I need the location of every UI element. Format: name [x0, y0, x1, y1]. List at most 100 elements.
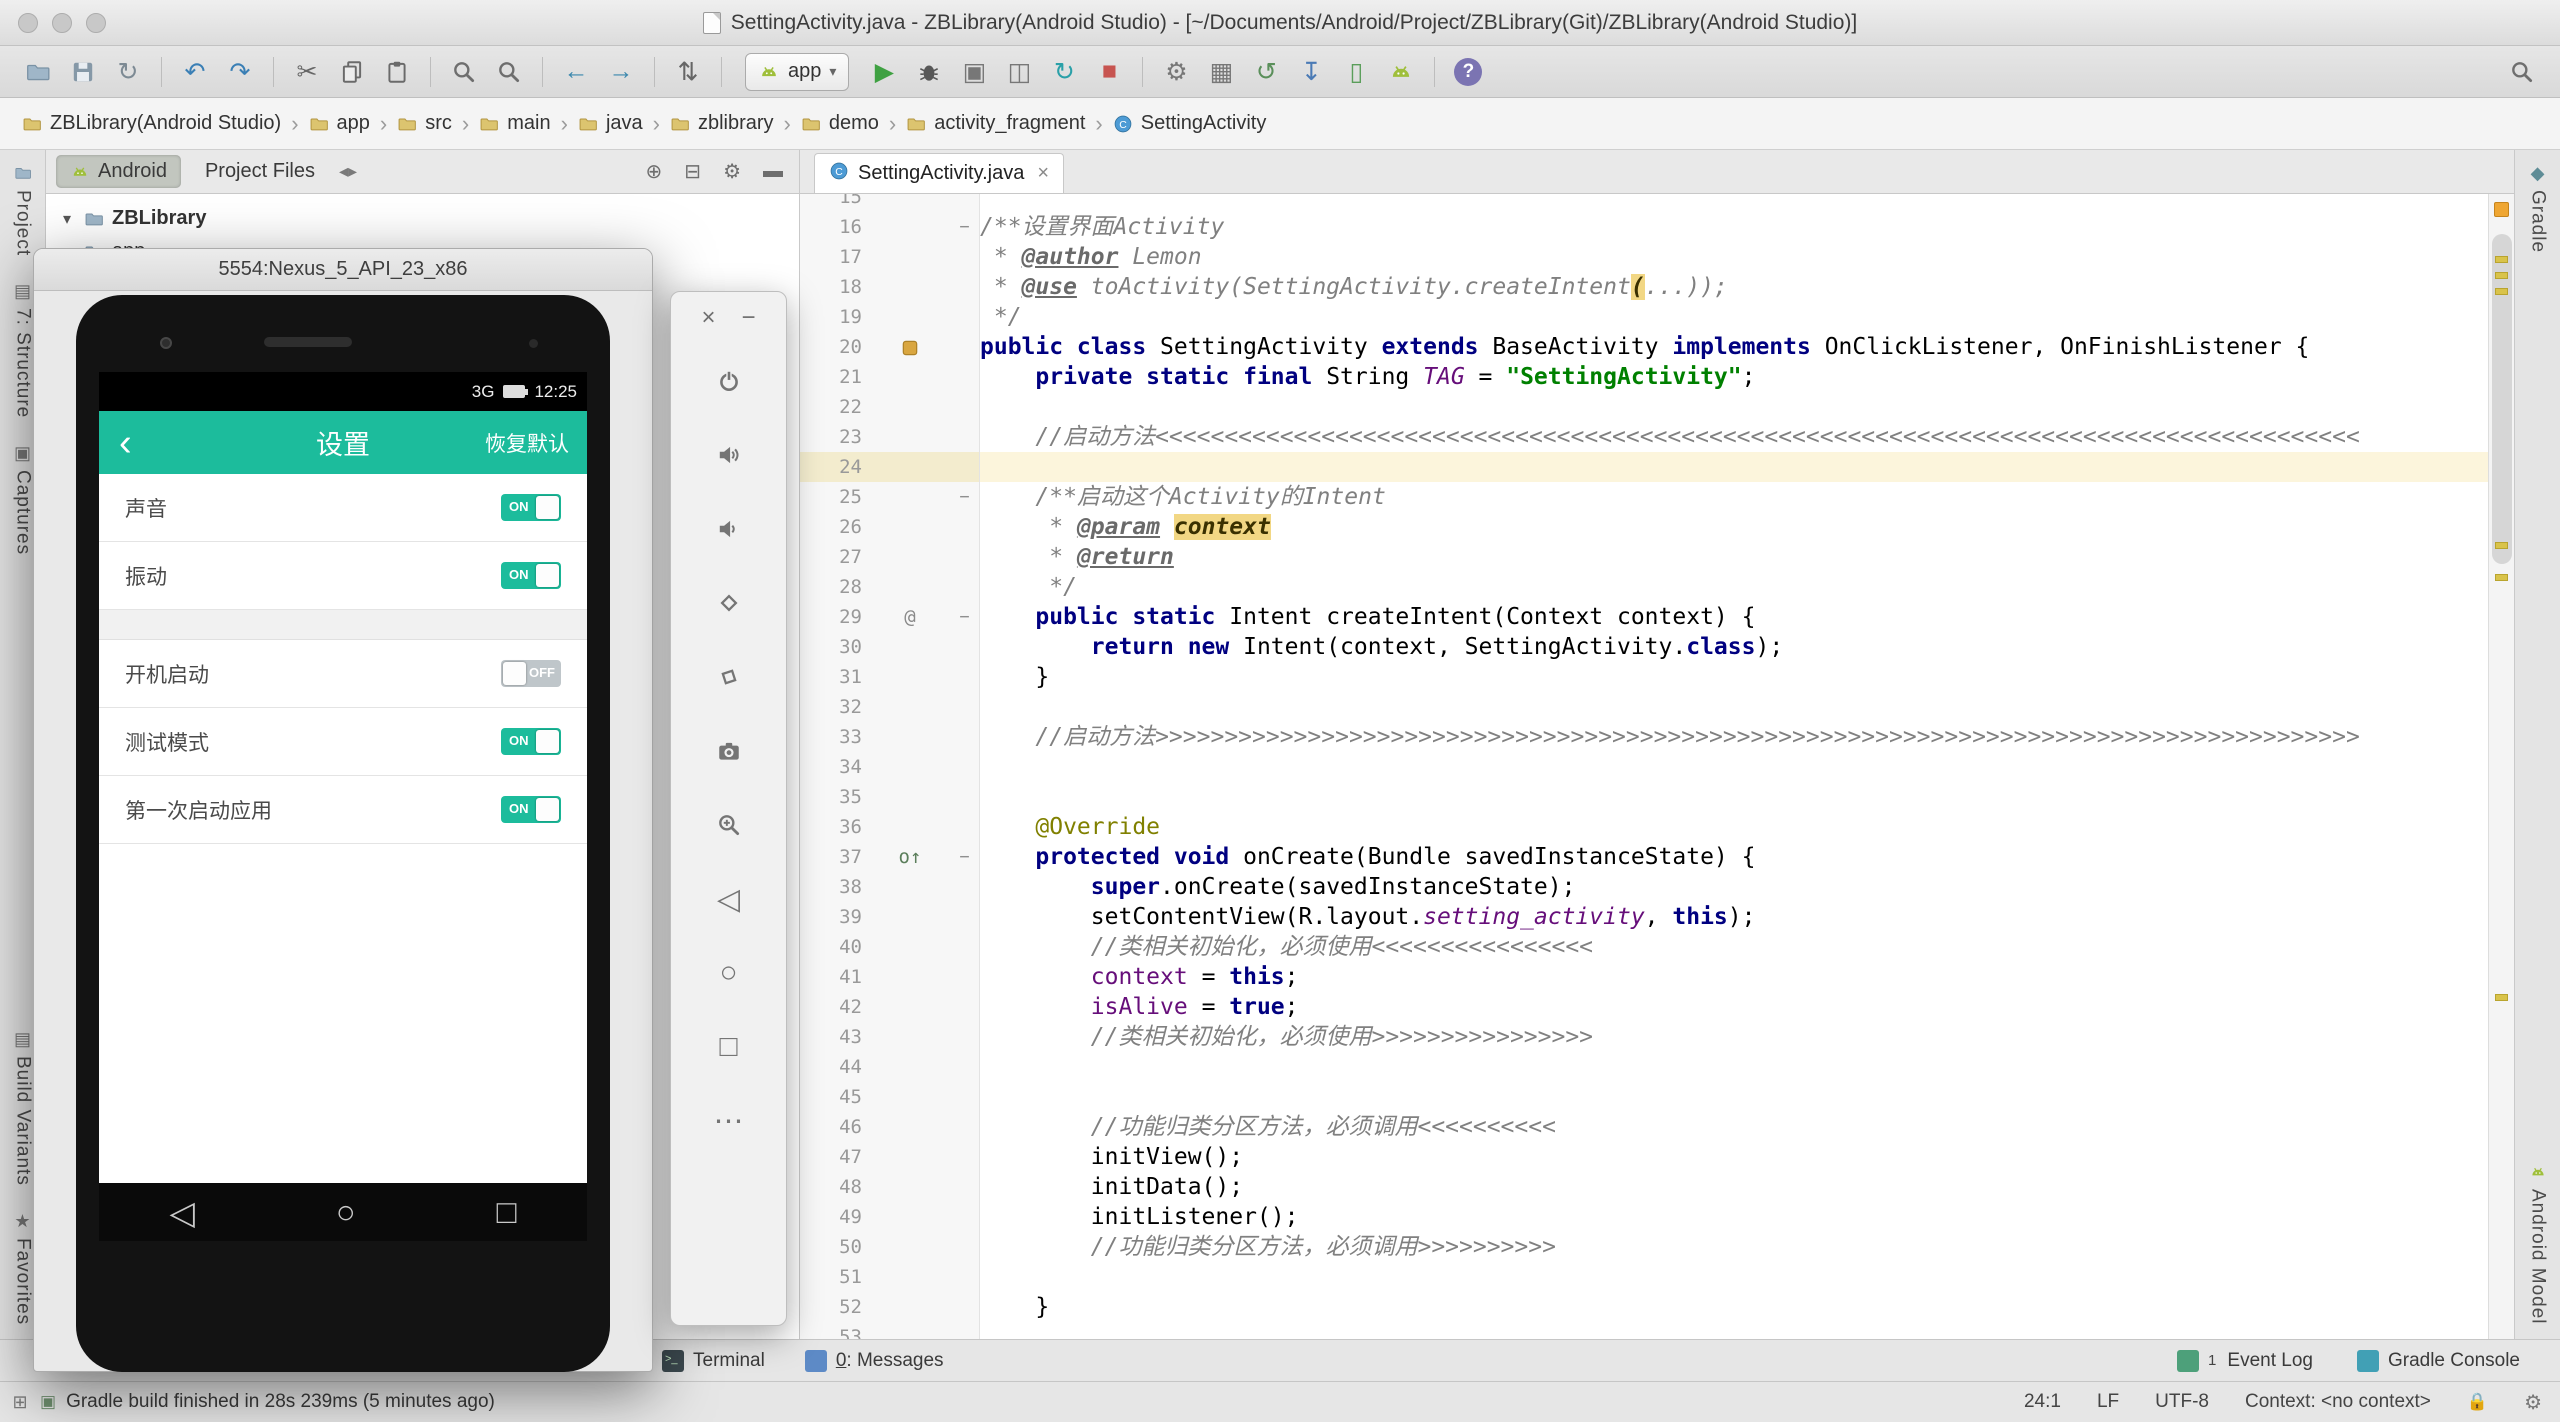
- line-number[interactable]: 27: [800, 542, 870, 572]
- hide-panel-icon[interactable]: ▬: [757, 160, 789, 183]
- toolwindow-toggle-icon[interactable]: ⊞: [0, 1392, 40, 1413]
- gear-icon[interactable]: ⚙: [2524, 1390, 2542, 1415]
- screenshot-icon[interactable]: [716, 738, 742, 764]
- code-line-43[interactable]: 43 //类相关初始化，必须使用>>>>>>>>>>>>>>>>: [800, 1022, 2514, 1052]
- line-number[interactable]: 44: [800, 1052, 870, 1082]
- code-line-51[interactable]: 51: [800, 1262, 2514, 1292]
- gradle-sync-icon[interactable]: ↺: [1248, 53, 1284, 91]
- code-line-41[interactable]: 41 context = this;: [800, 962, 2514, 992]
- debug-icon[interactable]: [911, 53, 947, 91]
- undo-icon[interactable]: ↶: [177, 53, 213, 91]
- forward-icon[interactable]: →: [603, 53, 639, 91]
- restore-defaults-button[interactable]: 恢复默认: [485, 428, 587, 458]
- line-number[interactable]: 31: [800, 662, 870, 692]
- code-line-27[interactable]: 27 * @return: [800, 542, 2514, 572]
- line-number[interactable]: 18: [800, 272, 870, 302]
- breadcrumb-item[interactable]: demo: [793, 107, 887, 140]
- breadcrumb-item[interactable]: CSettingActivity: [1105, 107, 1275, 140]
- code-line-33[interactable]: 33 //启动方法>>>>>>>>>>>>>>>>>>>>>>>>>>>>>>>…: [800, 722, 2514, 752]
- warning-mark[interactable]: [2495, 272, 2508, 279]
- tool-stripe-button-favorites[interactable]: ★Favorites: [12, 1212, 34, 1325]
- line-number[interactable]: 23: [800, 422, 870, 452]
- tab-scroll-icons[interactable]: ◂▸: [339, 161, 357, 182]
- toggle-switch[interactable]: ON: [501, 796, 561, 823]
- replace-icon[interactable]: [491, 53, 527, 91]
- power-icon[interactable]: [716, 368, 742, 394]
- emulator-nav-home-button[interactable]: ○: [671, 936, 786, 1010]
- line-number[interactable]: 33: [800, 722, 870, 752]
- code-line-34[interactable]: 34: [800, 752, 2514, 782]
- line-number[interactable]: 36: [800, 812, 870, 842]
- warning-mark[interactable]: [2495, 288, 2508, 295]
- open-icon[interactable]: [20, 53, 56, 91]
- line-number[interactable]: 53: [800, 1322, 870, 1339]
- code-editor[interactable]: 1516−/**设置界面Activity17 * @author Lemon18…: [800, 194, 2514, 1339]
- setting-row[interactable]: 开机启动OFF: [99, 640, 587, 708]
- tool-stripe-button-build-variants[interactable]: ▤Build Variants: [12, 1030, 34, 1186]
- nav-back-icon[interactable]: ◁: [717, 882, 740, 917]
- code-line-32[interactable]: 32: [800, 692, 2514, 722]
- breadcrumb-item[interactable]: java: [570, 107, 651, 140]
- emulator-more-button[interactable]: ⋯: [671, 1084, 786, 1158]
- warning-mark[interactable]: [2495, 994, 2508, 1001]
- editor-tab[interactable]: C SettingActivity.java ×: [814, 153, 1064, 193]
- warning-mark[interactable]: [2495, 256, 2508, 263]
- code-line-18[interactable]: 18 * @use toActivity(SettingActivity.cre…: [800, 272, 2514, 302]
- encoding-widget[interactable]: UTF-8: [2155, 1391, 2209, 1413]
- avd-manager-icon[interactable]: ▯: [1338, 53, 1374, 91]
- caret-position-widget[interactable]: 24:1: [2024, 1391, 2061, 1413]
- rotate-right-icon[interactable]: [716, 664, 742, 690]
- code-line-19[interactable]: 19 */: [800, 302, 2514, 332]
- code-line-35[interactable]: 35: [800, 782, 2514, 812]
- nav-home-icon[interactable]: ○: [719, 956, 737, 990]
- line-number[interactable]: 28: [800, 572, 870, 602]
- breadcrumb-item[interactable]: activity_fragment: [898, 107, 1093, 140]
- code-line-28[interactable]: 28 */: [800, 572, 2514, 602]
- emulator-window[interactable]: 5554:Nexus_5_API_23_x86 3G 12:25 ‹ 设置 恢复…: [33, 248, 653, 1372]
- code-line-50[interactable]: 50 //功能归类分区方法，必须调用>>>>>>>>>>: [800, 1232, 2514, 1262]
- stop-icon[interactable]: ■: [1091, 53, 1127, 91]
- setting-row[interactable]: 振动ON: [99, 542, 587, 610]
- breadcrumb-item[interactable]: zblibrary: [662, 107, 782, 140]
- code-line-44[interactable]: 44: [800, 1052, 2514, 1082]
- context-widget[interactable]: Context: <no context>: [2245, 1391, 2431, 1413]
- breadcrumb-item[interactable]: ZBLibrary(Android Studio): [14, 107, 289, 140]
- code-line-40[interactable]: 40 //类相关初始化，必须使用<<<<<<<<<<<<<<<<: [800, 932, 2514, 962]
- tool-stripe-button-captures[interactable]: ▣Captures: [12, 444, 34, 555]
- inspection-status-icon[interactable]: [2494, 202, 2509, 217]
- line-number[interactable]: 24: [800, 452, 870, 482]
- fold-marker-icon[interactable]: −: [950, 212, 980, 242]
- emulator-screen[interactable]: 3G 12:25 ‹ 设置 恢复默认 声音ON振动ON开机启动OFF测试模式ON…: [99, 372, 587, 1241]
- tool-button-terminal[interactable]: Terminal: [662, 1350, 765, 1372]
- help-icon[interactable]: ?: [1450, 53, 1486, 91]
- line-number[interactable]: 29: [800, 602, 870, 632]
- cut-icon[interactable]: ✂: [289, 53, 325, 91]
- editor-error-stripe[interactable]: [2488, 194, 2514, 1339]
- project-view-tab-project-files[interactable]: Project Files: [191, 155, 329, 188]
- line-number[interactable]: 50: [800, 1232, 870, 1262]
- emulator-rotate-right-button[interactable]: [671, 640, 786, 714]
- zoom-window-button[interactable]: [86, 13, 106, 33]
- tool-button-event-log[interactable]: 1Event Log: [2177, 1350, 2313, 1372]
- locate-icon[interactable]: ⊕: [640, 159, 669, 184]
- emulator-volume-down-button[interactable]: [671, 492, 786, 566]
- line-number[interactable]: 35: [800, 782, 870, 812]
- code-line-46[interactable]: 46 //功能归类分区方法，必须调用<<<<<<<<<<: [800, 1112, 2514, 1142]
- breadcrumb-item[interactable]: src: [389, 107, 460, 140]
- code-line-16[interactable]: 16−/**设置界面Activity: [800, 212, 2514, 242]
- line-number[interactable]: 37: [800, 842, 870, 872]
- zoom-icon[interactable]: [716, 812, 742, 838]
- line-number[interactable]: 43: [800, 1022, 870, 1052]
- code-line-37[interactable]: 37o↑− protected void onCreate(Bundle sav…: [800, 842, 2514, 872]
- line-number[interactable]: 21: [800, 362, 870, 392]
- line-number[interactable]: 34: [800, 752, 870, 782]
- code-line-39[interactable]: 39 setContentView(R.layout.setting_activ…: [800, 902, 2514, 932]
- setting-row[interactable]: 声音ON: [99, 474, 587, 542]
- line-number[interactable]: 52: [800, 1292, 870, 1322]
- line-number[interactable]: 47: [800, 1142, 870, 1172]
- close-tab-icon[interactable]: ×: [1033, 162, 1049, 185]
- nav-home-icon[interactable]: ○: [336, 1193, 356, 1231]
- run-configuration-dropdown[interactable]: app▾: [745, 53, 849, 91]
- line-number[interactable]: 41: [800, 962, 870, 992]
- line-number[interactable]: 30: [800, 632, 870, 662]
